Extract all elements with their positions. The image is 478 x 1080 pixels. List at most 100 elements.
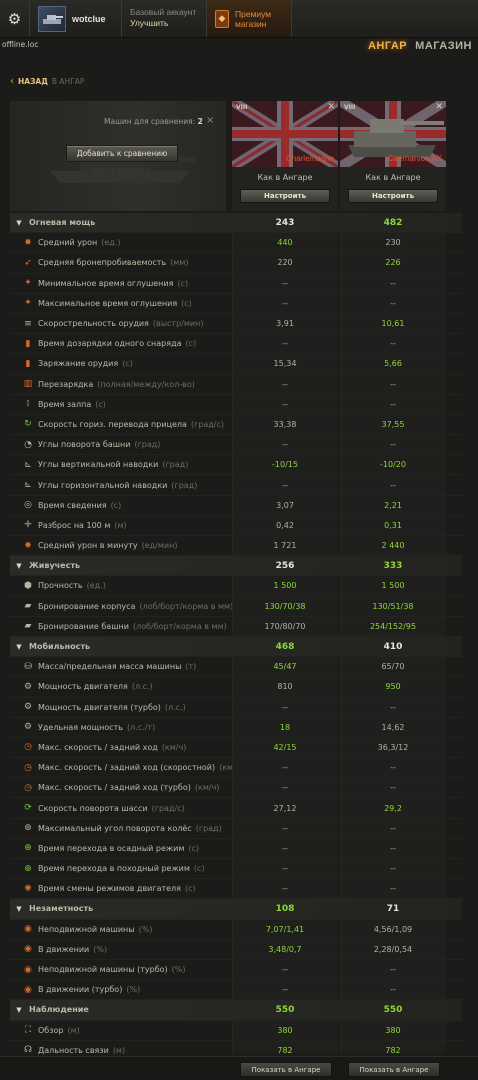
section-header-row[interactable]: ▼ Живучесть 256 333 [10, 556, 462, 577]
add-to-compare-button[interactable]: Добавить к сравнению [66, 145, 178, 162]
stat-value-tank-2: 380 [385, 1025, 401, 1035]
stat-label: ✸ Средний урон в минуту (ед/мин) [10, 540, 232, 552]
stat-value-tank-2: 410 [383, 641, 403, 652]
setup-button[interactable]: Настроить [348, 189, 438, 203]
stat-value-tank-2: -- [390, 985, 396, 995]
stat-row: ⊕ Время перехода в осадный режим (с) -- -- [10, 839, 462, 859]
tank-config[interactable]: Как в Ангаре [232, 173, 338, 182]
stat-unit: (км/ч) [161, 742, 187, 752]
setup-button[interactable]: Настроить [240, 189, 330, 203]
stat-label: ▼ Огневая мощь [10, 217, 232, 229]
chevron-down-icon[interactable]: ▼ [13, 560, 25, 572]
stat-name: Заряжание орудия [38, 359, 119, 369]
tank-image-caernarvon: VIII ✕ Caernarvon AX [340, 101, 446, 167]
stat-value-tank-1: 15,34 [273, 359, 297, 369]
tab-hangar[interactable]: АНГАР [368, 40, 407, 52]
stat-name: Время залпа [38, 399, 92, 409]
stat-value-tank-1: 1 721 [273, 541, 297, 551]
show-in-hangar-button[interactable]: Показать в Ангаре [240, 1062, 332, 1077]
settings-gear-icon[interactable]: ⚙ [0, 0, 30, 37]
view-range-icon: ⛶ [24, 1025, 32, 1036]
breadcrumb[interactable]: ‹ НАЗАД В АНГАР [10, 76, 84, 87]
stat-row: ▮ Время дозарядки одного снаряда (с) -- -- [10, 334, 462, 355]
stat-row: ◷ Макс. скорость / задний ход (км/ч) 42/15 3… [10, 738, 462, 759]
tank-image-charlemagne: VIII ✕ Charlemagne [232, 101, 338, 167]
stat-value-tank-1: 440 [277, 238, 293, 248]
stat-label: ▼ Наблюдение [10, 1004, 232, 1016]
stat-name: Углы вертикальной наводки [38, 460, 159, 470]
stat-name: Максимальное время оглушения [38, 298, 178, 308]
tab-shop[interactable]: МАГАЗИН [415, 40, 472, 52]
stat-row: ▥ Перезарядка (полная/между/кол-во) -- -- [10, 375, 462, 395]
upgrade-link[interactable]: Улучшить [130, 18, 198, 29]
back-button[interactable]: НАЗАД [18, 77, 48, 86]
speed-fast-icon: ◷ [24, 762, 32, 773]
stat-name: Средний урон [38, 238, 98, 248]
tank-column-1: VIII ✕ Charlemagne Как в Ангаре Настроит… [232, 101, 338, 211]
chevron-down-icon[interactable]: ▼ [13, 641, 25, 653]
stat-label: ↻ Скорость гориз. перевода прицела (град/с… [10, 418, 232, 430]
stat-row: ⬢ Прочность (ед.) 1 500 1 500 [10, 576, 462, 597]
stat-value-tank-2: 0,31 [384, 520, 402, 530]
stat-value-tank-2: 2,21 [384, 500, 402, 510]
chevron-down-icon[interactable]: ▼ [13, 1004, 25, 1016]
stat-label: ⊕ Время перехода в походный режим (с) [10, 863, 232, 875]
tank-column-2: VIII ✕ Caernarvon AX Как в Ангаре Настро… [340, 101, 446, 211]
account-type-block[interactable]: Базовый аккаунт Улучшить [122, 0, 207, 37]
section-header-row[interactable]: ▼ Незаметность 108 71 [10, 899, 462, 920]
stat-label: ▰ Бронирование корпуса (лоб/борт/корма в м… [10, 600, 232, 612]
stat-value-tank-2: -- [390, 965, 396, 975]
stat-label: ▰ Бронирование башни (лоб/борт/корма в мм) [10, 620, 232, 632]
section-header-row[interactable]: ▼ Мобильность 468 410 [10, 636, 462, 658]
camo-move-icon: ◉ [24, 944, 32, 955]
stat-label: ⛶ Обзор (м) [10, 1024, 232, 1036]
account-block[interactable]: wotclue [30, 0, 122, 37]
stat-row: ◉ В движении (турбо) (%) -- -- [10, 980, 462, 1001]
stat-unit: (лоб/борт/корма в мм) [132, 621, 227, 631]
stat-unit: (град) [162, 460, 189, 470]
stat-unit: (м) [114, 520, 127, 530]
stat-label: ▥ Перезарядка (полная/между/кол-во) [10, 378, 232, 390]
chevron-down-icon[interactable]: ▼ [13, 903, 25, 915]
stat-name: Масса/предельная масса машины [38, 662, 182, 672]
horizontal-angles-icon: ⊾ [24, 480, 32, 491]
stat-value-tank-1: 1 500 [273, 581, 297, 591]
clear-compare-close-icon[interactable]: × [206, 115, 214, 126]
back-target: В АНГАР [51, 77, 85, 86]
weight-icon: ⛁ [24, 661, 32, 672]
stat-value-tank-1: 810 [277, 682, 293, 692]
stat-row: ▰ Бронирование башни (лоб/борт/корма в мм)… [10, 617, 462, 637]
stat-value-tank-1: -- [282, 480, 288, 490]
stat-row: ⊾ Углы горизонтальной наводки (град) -- -- [10, 475, 462, 496]
section-header-row[interactable]: ▼ Наблюдение 550 550 [10, 1000, 462, 1021]
stat-name: Время сведения [38, 500, 107, 510]
remove-tank-close-icon[interactable]: ✕ [435, 102, 443, 112]
wheel-angle-icon: ⊛ [24, 823, 32, 834]
stat-label: ✺ Время смены режимов двигателя (с) [10, 883, 232, 895]
stat-unit: (л.с./т) [127, 722, 156, 732]
stat-name: Мощность двигателя [38, 682, 128, 692]
stat-value-tank-2: 550 [383, 1004, 403, 1015]
section-header-row[interactable]: ▼ Огневая мощь 243 482 [10, 213, 462, 234]
tank-tier: VIII [344, 104, 356, 111]
stat-row: ≡ Скорострельность орудия (выстр/мин) 3,91 1… [10, 314, 462, 335]
stat-unit: (с) [177, 278, 189, 288]
stat-unit: (с) [188, 843, 199, 853]
stat-value-tank-1: 380 [277, 1025, 293, 1035]
top-bar: ⚙ wotclue Базовый аккаунт Улучшить ◆ Пре… [0, 0, 478, 38]
stat-value-tank-2: 36,3/12 [377, 742, 409, 752]
stat-value-tank-2: 4,56/1,09 [373, 924, 413, 934]
stat-label: ⚙ Удельная мощность (л.с./т) [10, 721, 232, 733]
stat-label: ✦ Максимальное время оглушения (с) [10, 297, 232, 309]
premium-shop-button[interactable]: ◆ Премиум магазин [207, 0, 292, 37]
stat-value-tank-1: -- [282, 783, 288, 793]
stat-unit: (ед.) [101, 238, 121, 248]
stat-value-tank-1: 27,12 [273, 803, 297, 813]
show-in-hangar-button[interactable]: Показать в Ангаре [348, 1062, 440, 1077]
remove-tank-close-icon[interactable]: ✕ [327, 102, 335, 112]
tank-config[interactable]: Как в Ангаре [340, 173, 446, 182]
offline-label: offline.loc [2, 40, 39, 49]
chevron-down-icon[interactable]: ▼ [13, 217, 25, 229]
stat-row: ◷ Макс. скорость / задний ход (скоростной… [10, 758, 462, 779]
damage-icon: ✸ [24, 237, 32, 248]
